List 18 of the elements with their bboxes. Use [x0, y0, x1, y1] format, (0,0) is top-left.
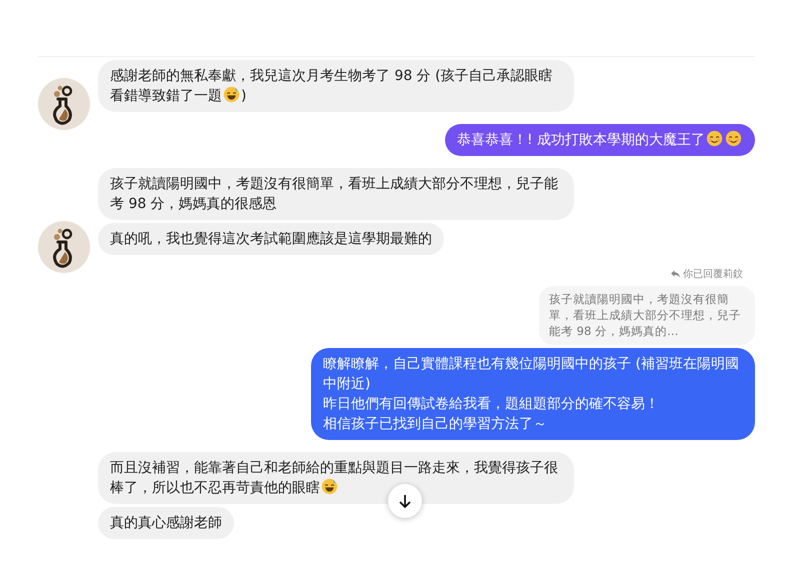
smiling-emoji-icon — [725, 130, 742, 147]
message-text: 昨日他們有回傳試卷給我看，題組題部分的確不容易！ — [323, 395, 660, 414]
message-text: 感謝老師的無私奉獻，我兒這次月考生物考了 98 分 (孩子自己承認眼瞎看錯導致錯了一題 ) — [110, 67, 554, 106]
grinning-sweat-emoji-icon — [223, 86, 240, 103]
grinning-sweat-emoji-icon — [321, 478, 338, 495]
message-text: 恭喜恭喜！! 成功打敗本學期的大魔王了 — [456, 130, 743, 150]
reply-icon — [671, 270, 680, 278]
message-text: 瞭解瞭解，自己實體課程也有幾位陽明國中的孩子 (補習班在陽明國中附近) — [323, 355, 740, 394]
scroll-down-button[interactable] — [388, 484, 422, 518]
message-text: 真的吼，我也覺得這次考試範圍應該是這學期最難的 — [110, 230, 432, 249]
message-text: 孩子就讀陽明國中，考題沒有很簡單，看班上成績大部分不理想，兒子能考 98 分，媽媽真的很感恩 — [110, 175, 559, 214]
message-text: 相信孩子已找到自己的學習方法了～ — [323, 415, 548, 434]
reply-text: 你已回覆莉鈫 — [683, 268, 743, 281]
smiling-emoji-icon — [706, 130, 723, 147]
down-arrow-icon — [397, 493, 413, 509]
quoted-message[interactable]: 孩子就讀陽明國中，考題沒有很簡單，看班上成績大部分不理想，兒子能考 98 分，媽媽真的… — [539, 286, 755, 345]
message-text: 真的真心感謝老師 — [110, 514, 222, 533]
message-text: 而且沒補習，能靠著自己和老師給的重點與題目一路走來，我覺得孩子很棒了，所以也不忍再苛責他的眼瞎 — [110, 459, 559, 498]
